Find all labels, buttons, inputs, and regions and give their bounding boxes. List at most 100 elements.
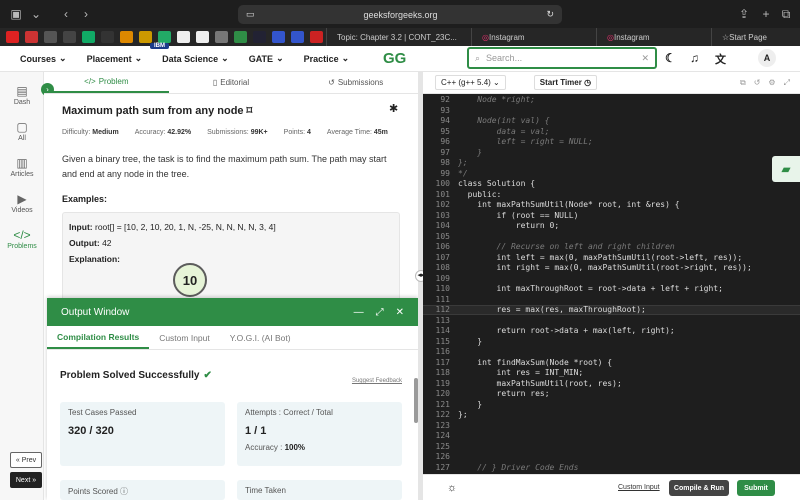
share-icon[interactable]: ⇪ bbox=[734, 7, 754, 21]
tab-topic[interactable]: Topic: Chapter 3.2 | CONT_23C... bbox=[326, 28, 471, 46]
code-line[interactable]: maxPathSumUtil(root, res); bbox=[458, 379, 622, 388]
code-line[interactable]: return root->data + max(left, right); bbox=[458, 326, 675, 335]
lightbulb-icon[interactable]: ☼ bbox=[447, 482, 457, 494]
code-line[interactable]: } bbox=[458, 400, 482, 409]
chat-icon[interactable]: ▰ bbox=[772, 156, 800, 182]
close-icon[interactable]: ✕ bbox=[396, 307, 404, 318]
bookmark-icon[interactable] bbox=[101, 31, 114, 43]
tab-yogi-bot[interactable]: Y.O.G.I. (AI Bot) bbox=[220, 326, 301, 349]
new-tab-icon[interactable]: + bbox=[756, 7, 776, 21]
address-bar[interactable]: ▭ geeksforgeeks.org ↻ bbox=[238, 5, 562, 24]
bookmark-icon[interactable] bbox=[158, 31, 171, 43]
sidebar-item-videos[interactable]: ▶ Videos bbox=[0, 192, 44, 214]
bookmark-icon[interactable] bbox=[215, 31, 228, 43]
sidebar-toggle-icon[interactable]: ▣ bbox=[6, 7, 26, 21]
custom-input-link[interactable]: Custom Input bbox=[618, 484, 660, 491]
language-select[interactable]: C++ (g++ 5.4) ⌄ bbox=[435, 75, 506, 90]
reload-icon[interactable]: ↻ bbox=[546, 9, 554, 20]
code-line[interactable]: }; bbox=[458, 158, 468, 167]
code-line[interactable]: res = max(res, maxThroughRoot); bbox=[458, 305, 646, 314]
search-input[interactable]: ⌕ Search... ✕ bbox=[467, 47, 657, 69]
bookmark-icon[interactable] bbox=[310, 31, 323, 43]
code-line[interactable]: int right = max(0, maxPathSumUtil(root->… bbox=[458, 263, 752, 272]
translate-icon[interactable]: 文 bbox=[715, 51, 726, 67]
bookmark-icon[interactable]: ⌑ bbox=[247, 104, 253, 117]
sidebar-item-dash[interactable]: ▤ Dash bbox=[0, 84, 44, 106]
bookmark-icon[interactable] bbox=[253, 31, 266, 43]
tab-submissions[interactable]: ↺ Submissions bbox=[293, 72, 418, 93]
code-line[interactable]: data = val; bbox=[458, 127, 550, 136]
code-line[interactable]: Node(int val) { bbox=[458, 116, 549, 125]
expand-icon[interactable]: ⤢ bbox=[376, 307, 384, 318]
submit-button[interactable]: Submit bbox=[737, 480, 775, 496]
gfg-tab-icon[interactable] bbox=[234, 31, 247, 43]
google-icon[interactable] bbox=[177, 31, 190, 43]
close-icon[interactable]: ✕ bbox=[641, 53, 649, 64]
tab-instagram-2[interactable]: ◎ Instagram bbox=[596, 28, 711, 46]
bell-icon[interactable]: ♫ bbox=[690, 51, 699, 65]
nav-data-science[interactable]: Data Science ⌄ bbox=[162, 53, 229, 64]
nav-placement[interactable]: Placement ⌄ bbox=[87, 53, 143, 64]
sidebar-item-all[interactable]: ▢ All bbox=[0, 120, 44, 142]
tab-editorial[interactable]: ▯ Editorial bbox=[169, 72, 294, 93]
code-line[interactable]: return 0; bbox=[458, 221, 559, 230]
code-line[interactable]: }; bbox=[458, 410, 468, 419]
prev-button[interactable]: « Prev bbox=[10, 452, 42, 468]
code-line[interactable]: int maxThroughRoot = root->data + left +… bbox=[458, 284, 723, 293]
fullscreen-icon[interactable]: ⤢ bbox=[784, 78, 790, 88]
avatar[interactable]: A bbox=[758, 49, 776, 67]
code-line[interactable]: // Recurse on left and right children bbox=[458, 242, 675, 251]
code-line[interactable]: return res; bbox=[458, 389, 550, 398]
bookmark-icon[interactable] bbox=[44, 31, 57, 43]
suggest-feedback-link[interactable]: Suggest Feedback bbox=[352, 378, 402, 384]
compile-run-button[interactable]: Compile & Run bbox=[669, 480, 729, 496]
bookmark-icon[interactable] bbox=[25, 31, 38, 43]
code-line[interactable]: class Solution { bbox=[458, 179, 535, 188]
bug-icon[interactable]: ✱ bbox=[389, 102, 398, 115]
nav-courses[interactable]: Courses ⌄ bbox=[20, 53, 67, 64]
code-line[interactable]: if (root == NULL) bbox=[458, 211, 579, 220]
scrollbar[interactable] bbox=[414, 378, 418, 423]
youtube-icon[interactable] bbox=[6, 31, 19, 43]
bookmark-icon[interactable] bbox=[82, 31, 95, 43]
tab-problem[interactable]: </> Problem bbox=[44, 72, 169, 93]
bookmark-icon[interactable] bbox=[120, 31, 133, 43]
settings-icon[interactable]: ⚙ bbox=[768, 78, 775, 88]
gfg-logo[interactable]: GG bbox=[383, 50, 406, 67]
bookmark-icon[interactable] bbox=[139, 31, 152, 43]
amazon-icon[interactable] bbox=[196, 31, 209, 43]
code-line[interactable]: int left = max(0, maxPathSumUtil(root->l… bbox=[458, 253, 743, 262]
bookmark-icon[interactable] bbox=[272, 31, 285, 43]
tab-instagram-1[interactable]: ◎ Instagram bbox=[471, 28, 596, 46]
reset-icon[interactable]: ↺ bbox=[754, 78, 761, 88]
tab-compilation-results[interactable]: Compilation Results bbox=[47, 326, 150, 349]
code-line[interactable]: */ bbox=[458, 169, 468, 178]
code-line[interactable]: } bbox=[458, 337, 482, 346]
dark-mode-icon[interactable]: ☾ bbox=[665, 51, 676, 65]
bookmark-icon[interactable] bbox=[63, 31, 76, 43]
code-editor[interactable]: 92 Node *right; 93 94 Node(int val) {95 da… bbox=[423, 94, 800, 474]
bookmark-icon[interactable] bbox=[291, 31, 304, 43]
nav-practice[interactable]: Practice ⌄ bbox=[304, 53, 350, 64]
chevron-down-icon[interactable]: ⌄ bbox=[26, 7, 46, 21]
code-line[interactable]: } bbox=[458, 148, 482, 157]
code-line[interactable]: int maxPathSumUtil(Node* root, int &res)… bbox=[458, 200, 679, 209]
copy-icon[interactable]: ⧉ bbox=[740, 78, 746, 88]
tab-start-page[interactable]: ☆ Start Page bbox=[711, 28, 800, 46]
minimize-icon[interactable]: — bbox=[354, 307, 364, 318]
forward-icon[interactable]: › bbox=[76, 7, 96, 21]
tabs-overview-icon[interactable]: ⧉ bbox=[776, 7, 796, 22]
code-line[interactable]: int res = INT_MIN; bbox=[458, 368, 584, 377]
tab-custom-input[interactable]: Custom Input bbox=[149, 326, 220, 349]
sidebar-item-problems[interactable]: </> Problems bbox=[0, 228, 44, 250]
sidebar-item-articles[interactable]: ▥ Articles bbox=[0, 156, 44, 178]
back-icon[interactable]: ‹ bbox=[56, 7, 76, 21]
code-line[interactable]: int findMaxSum(Node *root) { bbox=[458, 358, 612, 367]
nav-gate[interactable]: GATE ⌄ bbox=[249, 53, 284, 64]
code-line[interactable]: left = right = NULL; bbox=[458, 137, 593, 146]
code-line[interactable]: // } Driver Code Ends bbox=[458, 463, 578, 472]
next-button[interactable]: Next » bbox=[10, 472, 42, 488]
code-line[interactable]: Node *right; bbox=[458, 95, 535, 104]
start-timer-button[interactable]: Start Timer ◷ bbox=[533, 75, 598, 90]
code-line[interactable]: public: bbox=[458, 190, 502, 199]
